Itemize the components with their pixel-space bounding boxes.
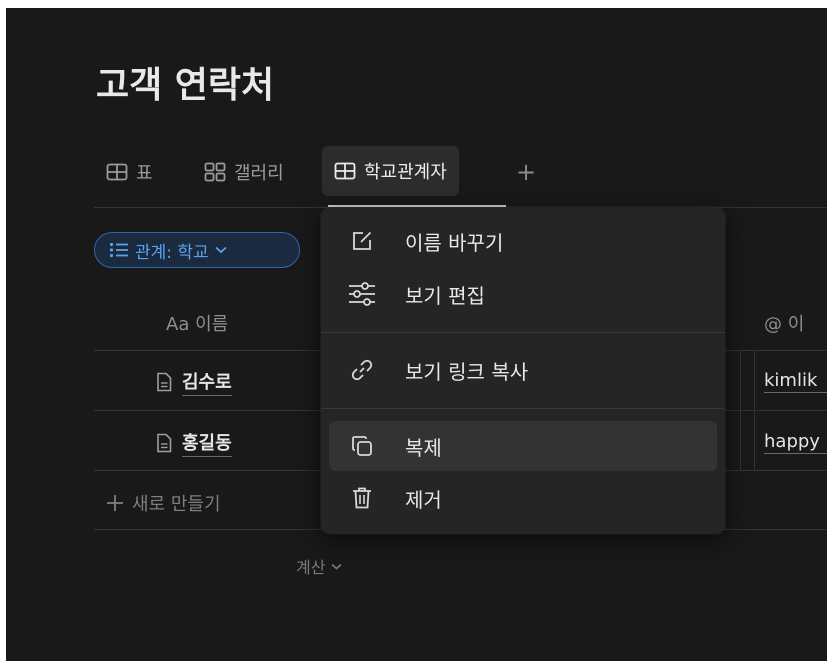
page-icon [157,433,172,453]
page-title: 고객 연락처 [96,65,275,106]
tab-label: 갤러리 [234,163,284,184]
menu-item-copy-link[interactable]: 보기 링크 복사 [329,345,717,395]
duplicate-icon [347,434,377,458]
menu-item-edit-view[interactable]: 보기 편집 [329,269,717,319]
chevron-down-icon [215,246,227,254]
tab-table[interactable]: 표 [106,148,153,196]
menu-item-rename[interactable]: 이름 바꾸기 [329,216,717,266]
menu-item-label: 보기 링크 복사 [405,359,529,384]
row-name-label: 김수로 [182,368,232,396]
list-icon [109,242,128,258]
trash-icon [347,486,377,510]
menu-item-duplicate[interactable]: 복제 [329,421,717,471]
menu-item-remove[interactable]: 제거 [329,473,717,523]
view-context-menu: 이름 바꾸기 보기 편집 보기 링크 복사 복제 제거 [321,207,725,534]
table-row[interactable]: 김수로 [156,368,232,396]
app-window: 고객 연락처 표 갤러리 학교관계자 + 관계: 학교 Aa 이름 @ 이 김수… [6,8,827,661]
email-cell[interactable]: happy [764,431,827,454]
text-type-icon: Aa [166,314,190,335]
page-icon [157,372,172,392]
menu-item-label: 제거 [405,487,442,512]
column-header-email[interactable]: @ 이 [764,310,804,336]
calculate-label: 계산 [296,558,326,577]
table-icon [334,162,356,180]
menu-separator [321,332,725,333]
column-label: 이 [787,314,805,335]
tab-label: 표 [136,163,153,184]
column-label: 이름 [195,314,229,335]
chevron-down-icon [331,563,342,570]
column-divider [754,350,755,470]
menu-item-label: 이름 바꾸기 [405,230,504,255]
menu-separator [321,408,725,409]
calculate-button[interactable]: 계산 [296,554,342,578]
tab-gallery[interactable]: 갤러리 [204,148,284,196]
row-name-label: 홍길동 [182,429,232,457]
email-cell[interactable]: kimlik [764,370,827,393]
at-icon: @ [764,314,782,335]
filter-label: 관계: 학교 [135,242,209,263]
tab-school-staff[interactable]: 학교관계자 [322,146,459,196]
link-icon [347,358,377,382]
settings-sliders-icon [347,282,377,306]
menu-item-label: 보기 편집 [405,283,485,308]
table-row[interactable]: 홍길동 [156,429,232,457]
column-header-name[interactable]: Aa 이름 [166,310,228,336]
gallery-icon [204,162,226,182]
menu-item-label: 복제 [405,435,442,460]
column-divider [740,350,741,470]
new-row-button[interactable]: 새로 만들기 [106,490,221,516]
add-view-button[interactable]: + [516,148,536,196]
tab-label: 학교관계자 [364,162,447,183]
new-row-label: 새로 만들기 [132,494,221,515]
rename-icon [347,229,377,253]
table-icon [106,163,128,181]
filter-relation-pill[interactable]: 관계: 학교 [94,232,300,268]
plus-icon [107,495,123,511]
